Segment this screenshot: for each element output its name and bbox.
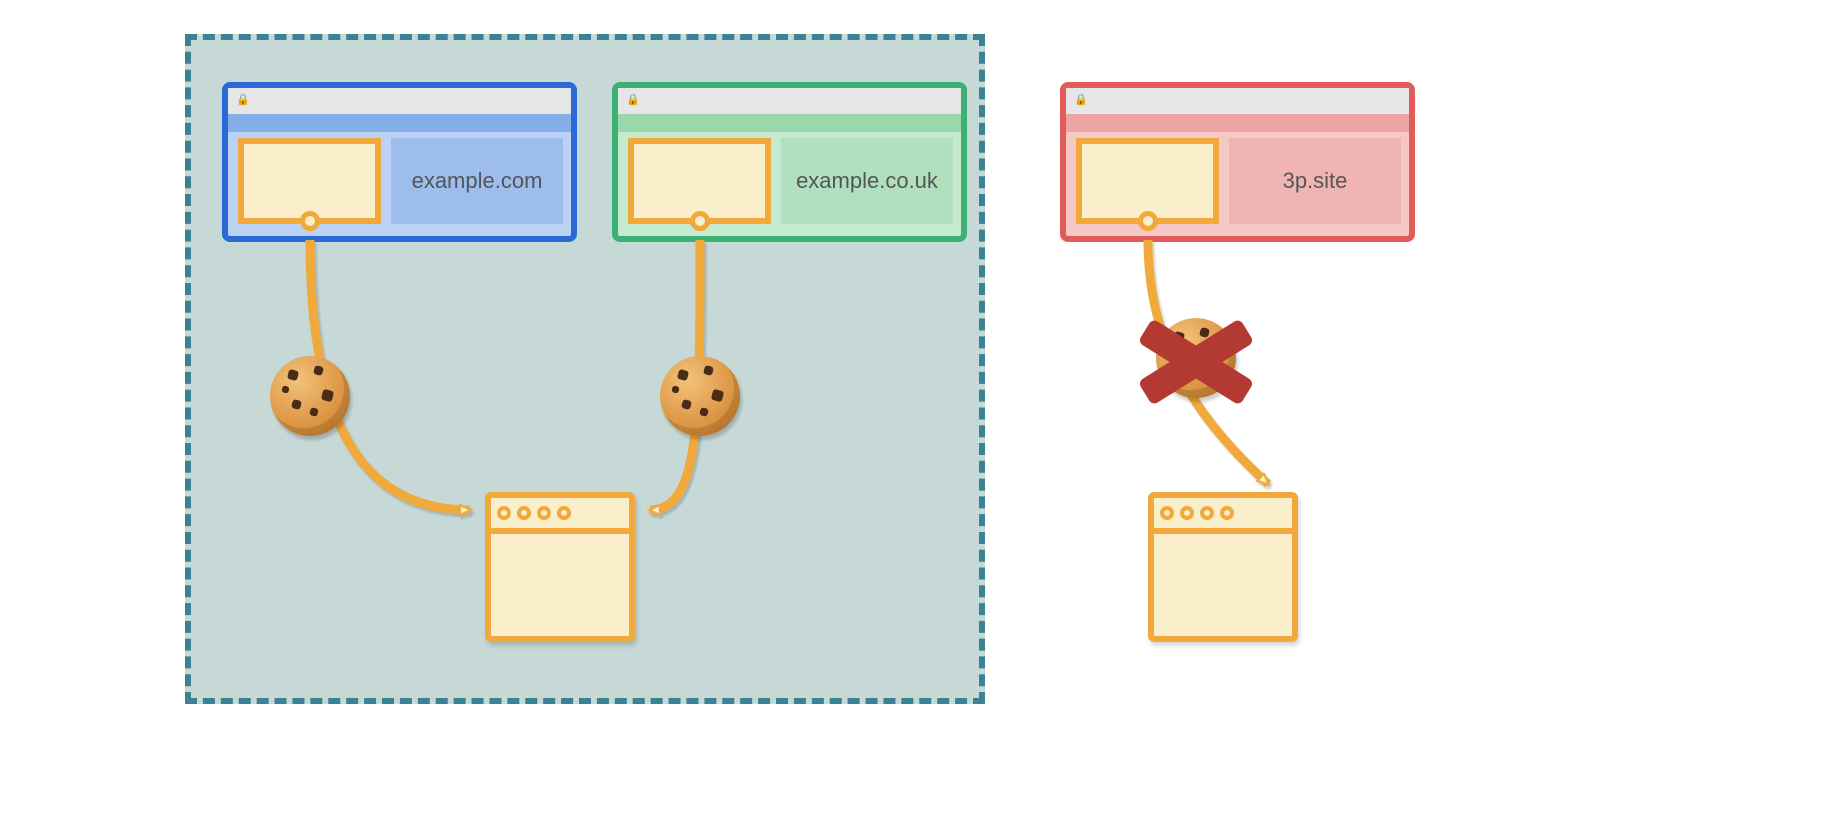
window-dot-icon — [517, 506, 531, 520]
connector-origin-icon — [690, 211, 710, 231]
browser-example-com: 🔒 example.com — [222, 82, 577, 242]
lock-icon: 🔒 — [626, 93, 640, 106]
domain-label: 3p.site — [1229, 138, 1401, 224]
url-bar: 🔒 — [228, 88, 571, 114]
target-window-controls — [491, 498, 629, 534]
window-dot-icon — [497, 506, 511, 520]
toolbar — [618, 114, 961, 132]
target-window-controls — [1154, 498, 1292, 534]
shared-target-window — [485, 492, 635, 642]
toolbar — [1066, 114, 1409, 132]
domain-label: example.com — [391, 138, 563, 224]
window-dot-icon — [1180, 506, 1194, 520]
browser-3p-site: 🔒 3p.site — [1060, 82, 1415, 242]
window-dot-icon — [1160, 506, 1174, 520]
connector-origin-icon — [1138, 211, 1158, 231]
window-dot-icon — [537, 506, 551, 520]
url-bar: 🔒 — [618, 88, 961, 114]
cookie-icon — [660, 356, 740, 436]
window-dot-icon — [1220, 506, 1234, 520]
diagram-stage: 🔒 example.com 🔒 example.co.uk 🔒 — [0, 0, 1826, 820]
domain-label: example.co.uk — [781, 138, 953, 224]
browser-example-co-uk: 🔒 example.co.uk — [612, 82, 967, 242]
window-dot-icon — [1200, 506, 1214, 520]
lock-icon: 🔒 — [1074, 93, 1088, 106]
lock-icon: 🔒 — [236, 93, 250, 106]
connector-origin-icon — [300, 211, 320, 231]
thirdparty-target-window — [1148, 492, 1298, 642]
toolbar — [228, 114, 571, 132]
embedded-frame — [628, 138, 771, 224]
url-bar: 🔒 — [1066, 88, 1409, 114]
cookie-icon — [270, 356, 350, 436]
blocked-icon — [1136, 308, 1256, 408]
embedded-frame — [1076, 138, 1219, 224]
window-dot-icon — [557, 506, 571, 520]
embedded-frame — [238, 138, 381, 224]
